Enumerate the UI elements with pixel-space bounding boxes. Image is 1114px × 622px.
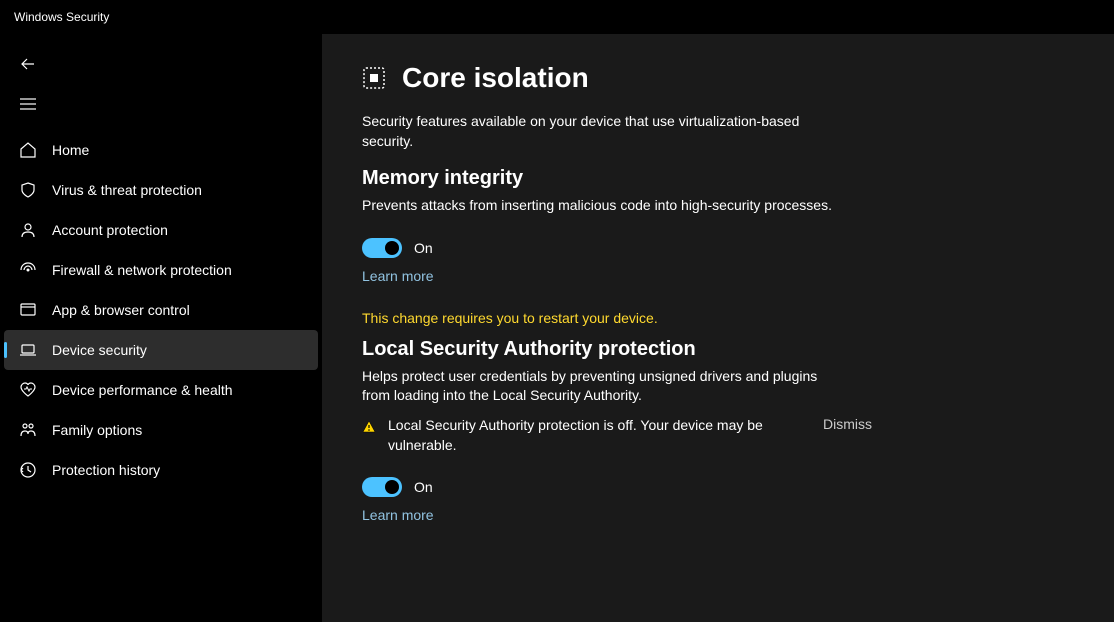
sidebar-item-label: App & browser control: [52, 302, 190, 318]
sidebar-item-label: Protection history: [52, 462, 160, 478]
memory-integrity-title: Memory integrity: [362, 167, 1114, 190]
heart-icon: [18, 380, 38, 400]
sidebar-item-firewall[interactable]: Firewall & network protection: [4, 250, 318, 290]
memory-integrity-description: Prevents attacks from inserting maliciou…: [362, 196, 842, 216]
sidebar-item-performance[interactable]: Device performance & health: [4, 370, 318, 410]
sidebar-item-label: Account protection: [52, 222, 168, 238]
shield-icon: [18, 180, 38, 200]
sidebar-item-label: Firewall & network protection: [52, 262, 232, 278]
sidebar-item-family[interactable]: Family options: [4, 410, 318, 450]
lsa-toggle[interactable]: [362, 477, 402, 497]
sidebar-item-label: Family options: [52, 422, 142, 438]
page-description: Security features available on your devi…: [362, 112, 842, 151]
lsa-learn-more-link[interactable]: Learn more: [362, 507, 434, 523]
app-title: Windows Security: [14, 10, 109, 24]
sidebar-item-device-security[interactable]: Device security: [4, 330, 318, 370]
sidebar-item-app-browser[interactable]: App & browser control: [4, 290, 318, 330]
sidebar-item-home[interactable]: Home: [4, 130, 318, 170]
home-icon: [18, 140, 38, 160]
person-icon: [18, 220, 38, 240]
lsa-warning-text: Local Security Authority protection is o…: [388, 416, 815, 455]
window-titlebar: Windows Security: [0, 0, 1114, 34]
sidebar-item-label: Home: [52, 142, 89, 158]
sidebar-item-label: Device performance & health: [52, 382, 233, 398]
warning-icon: [362, 420, 376, 434]
main-content: Core isolation Security features availab…: [322, 34, 1114, 622]
history-icon: [18, 460, 38, 480]
lsa-description: Helps protect user credentials by preven…: [362, 367, 842, 406]
signal-icon: [18, 260, 38, 280]
memory-integrity-learn-more-link[interactable]: Learn more: [362, 268, 434, 284]
page-title: Core isolation: [402, 62, 589, 94]
dismiss-button[interactable]: Dismiss: [823, 416, 872, 432]
hamburger-icon: [20, 98, 36, 110]
memory-integrity-toggle-label: On: [414, 240, 433, 256]
family-icon: [18, 420, 38, 440]
sidebar-item-label: Virus & threat protection: [52, 182, 202, 198]
sidebar-item-account[interactable]: Account protection: [4, 210, 318, 250]
menu-button[interactable]: [8, 84, 48, 124]
restart-required-note: This change requires you to restart your…: [362, 310, 1114, 326]
lsa-title: Local Security Authority protection: [362, 338, 1114, 361]
back-arrow-icon: [20, 56, 36, 72]
app-icon: [18, 300, 38, 320]
core-isolation-icon: [362, 66, 386, 90]
sidebar-item-history[interactable]: Protection history: [4, 450, 318, 490]
memory-integrity-toggle[interactable]: [362, 238, 402, 258]
sidebar: Home Virus & threat protection Account p…: [0, 34, 322, 622]
sidebar-item-label: Device security: [52, 342, 147, 358]
back-button[interactable]: [8, 44, 48, 84]
laptop-icon: [18, 340, 38, 360]
lsa-toggle-label: On: [414, 479, 433, 495]
sidebar-item-virus[interactable]: Virus & threat protection: [4, 170, 318, 210]
